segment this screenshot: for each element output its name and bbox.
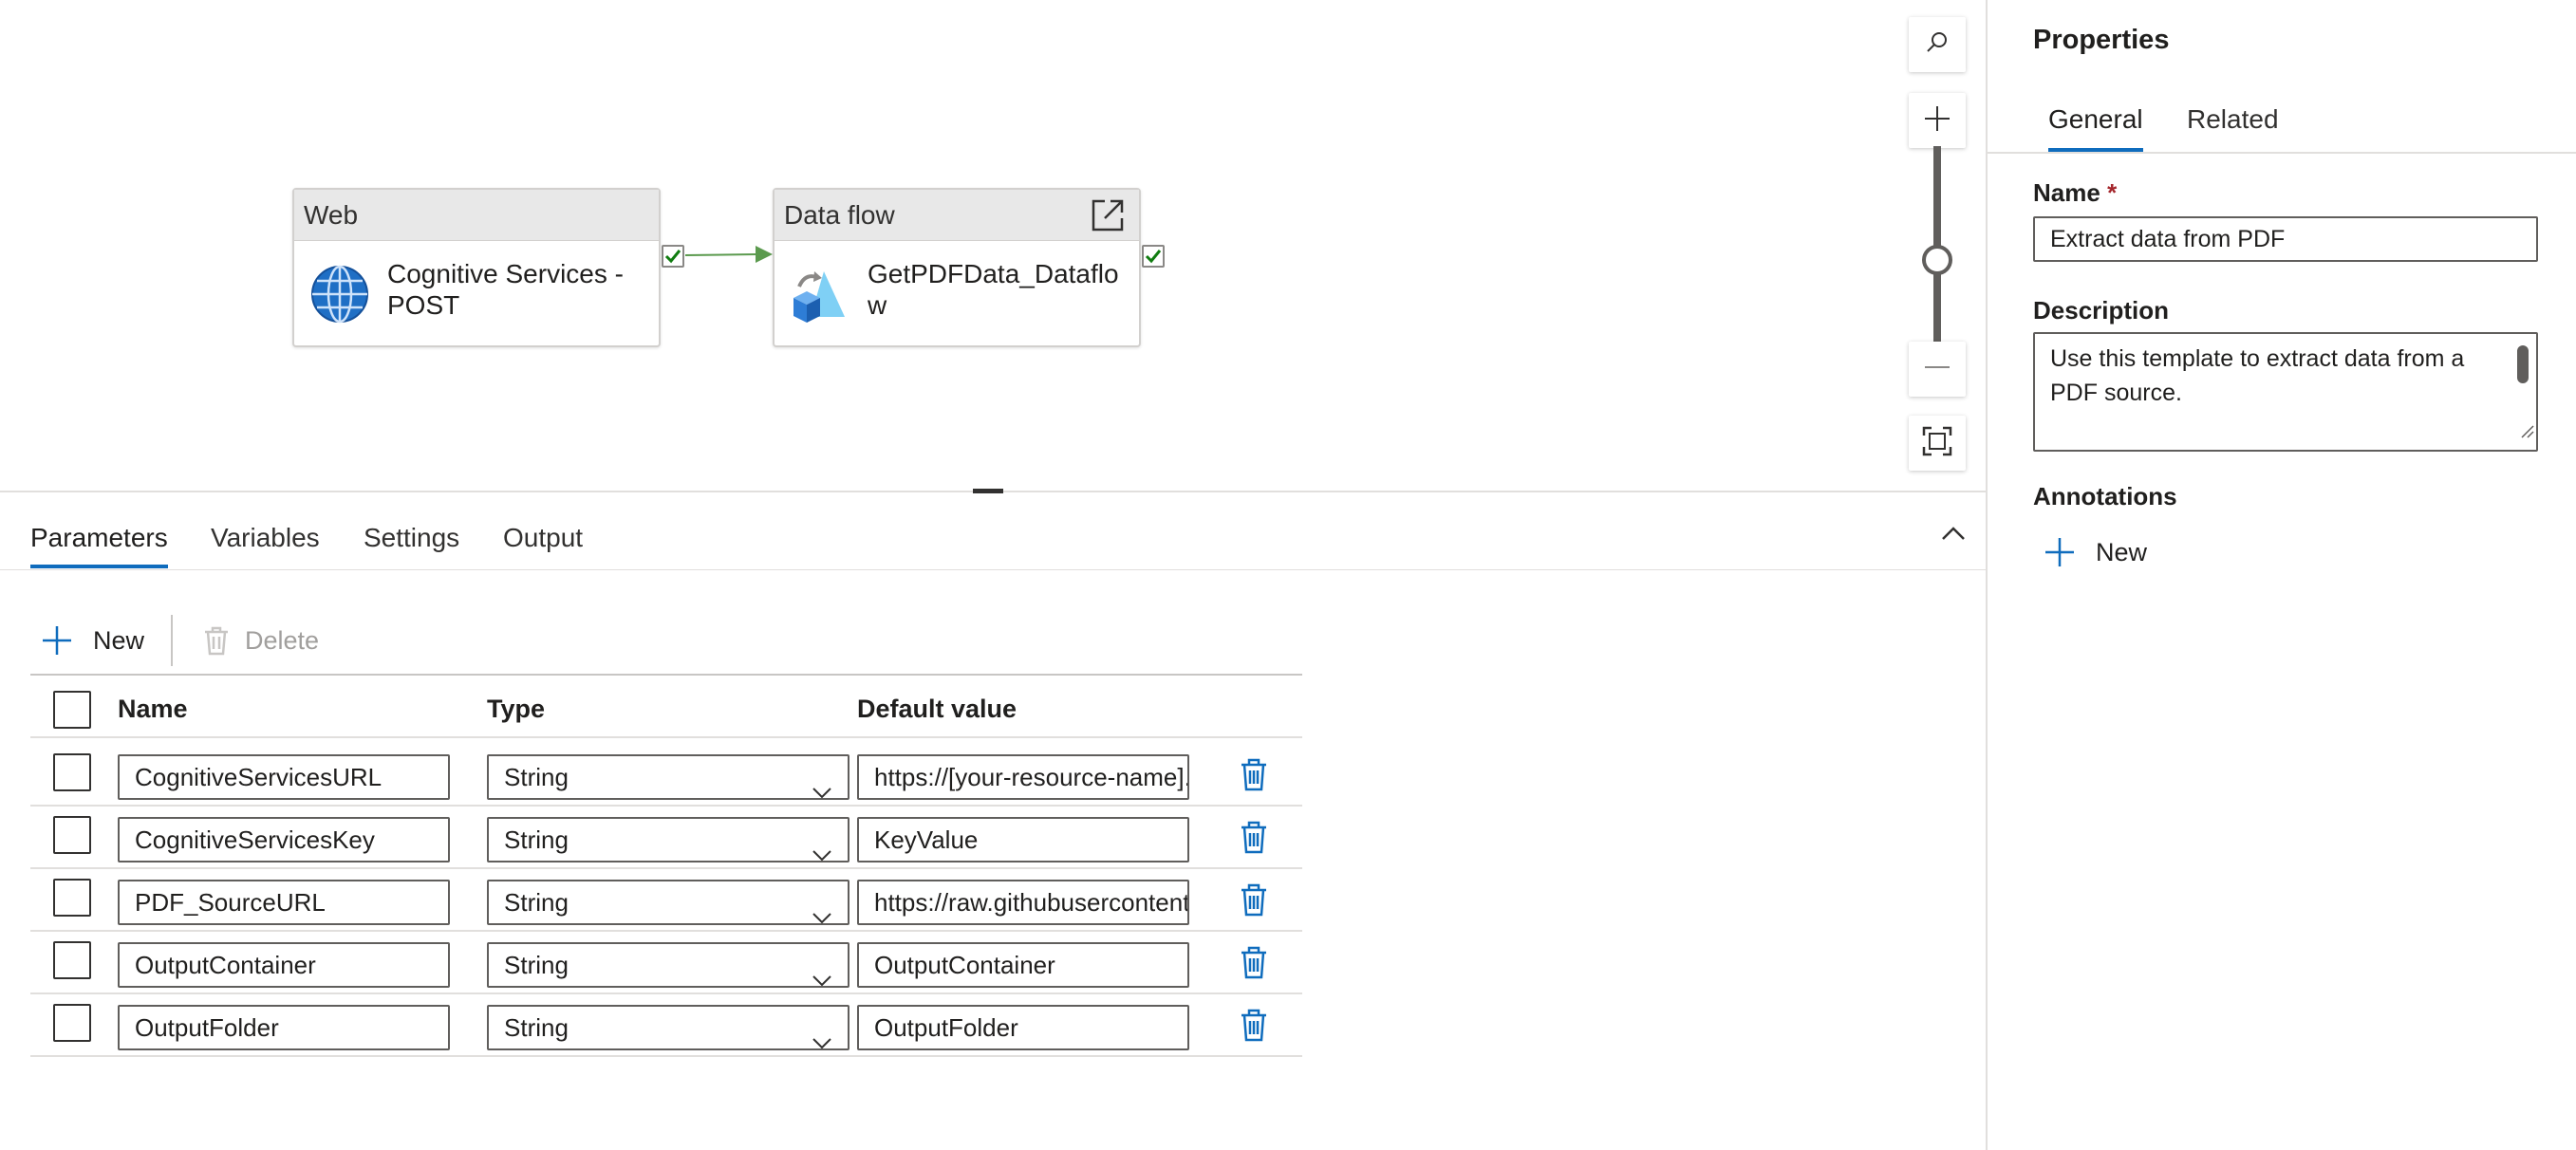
- zoom-out-button[interactable]: [1909, 342, 1966, 397]
- name-label-text: Name: [2033, 178, 2100, 207]
- open-in-new-icon[interactable]: [1090, 197, 1126, 233]
- trash-icon[interactable]: [1240, 757, 1268, 796]
- resize-handle-icon[interactable]: [2519, 414, 2534, 448]
- tab-related[interactable]: Related: [2187, 104, 2279, 152]
- activity-type-label: Web: [294, 190, 659, 241]
- type-value: String: [504, 888, 569, 917]
- parameter-default-value-input[interactable]: OutputContainer: [857, 942, 1189, 988]
- plus-icon: [1923, 104, 1951, 138]
- parameter-type-dropdown[interactable]: String: [487, 1005, 849, 1050]
- trash-icon[interactable]: [1240, 945, 1268, 984]
- type-value: String: [504, 763, 569, 791]
- chevron-down-icon: [812, 957, 832, 999]
- parameter-name-input[interactable]: PDF_SourceURL: [118, 880, 450, 925]
- parameter-default-value-input[interactable]: KeyValue: [857, 817, 1189, 862]
- parameter-default-value-input[interactable]: https://[your-resource-name].cognitivese…: [857, 754, 1189, 800]
- table-row: OutputFolder String OutputFolder: [30, 994, 1302, 1057]
- tab-variables[interactable]: Variables: [211, 523, 320, 568]
- parameter-default-value-input[interactable]: https://raw.githubusercontent.com/: [857, 880, 1189, 925]
- tab-general[interactable]: General: [2048, 104, 2143, 152]
- zoom-slider-thumb[interactable]: [1922, 245, 1952, 275]
- tab-parameters[interactable]: Parameters: [30, 523, 168, 568]
- fit-to-screen-icon: [1922, 426, 1952, 461]
- table-row: CognitiveServicesURL String https://[you…: [30, 744, 1302, 807]
- chevron-up-icon[interactable]: [1941, 526, 1966, 546]
- row-checkbox[interactable]: [53, 941, 91, 979]
- type-value: String: [504, 951, 569, 979]
- trash-icon[interactable]: [1240, 1008, 1268, 1047]
- success-check-icon[interactable]: [1142, 245, 1165, 268]
- minus-icon: [1923, 353, 1951, 386]
- search-canvas-button[interactable]: [1909, 17, 1966, 72]
- new-parameter-button[interactable]: New: [42, 612, 144, 669]
- table-row: CognitiveServicesKey String KeyValue: [30, 807, 1302, 869]
- parameter-type-dropdown[interactable]: String: [487, 817, 849, 862]
- activity-dataflow[interactable]: Data flow GetPDFData_Dataflow: [773, 188, 1141, 347]
- zoom-in-button[interactable]: [1909, 93, 1966, 148]
- trash-icon[interactable]: [1240, 882, 1268, 921]
- chevron-down-icon: [812, 832, 832, 874]
- delete-label: Delete: [245, 625, 320, 655]
- row-checkbox[interactable]: [53, 816, 91, 854]
- success-connector[interactable]: [685, 243, 775, 268]
- table-header: Name Type Default value: [30, 676, 1302, 738]
- required-mark: *: [2107, 178, 2118, 207]
- type-value: String: [504, 1013, 569, 1042]
- chevron-down-icon: [812, 770, 832, 811]
- trash-icon: [203, 625, 230, 656]
- description-text: Use this template to extract data from a…: [2050, 345, 2465, 406]
- delete-parameter-button[interactable]: Delete: [203, 612, 319, 669]
- description-label: Description: [2033, 296, 2170, 325]
- chevron-down-icon: [812, 895, 832, 937]
- parameter-type-dropdown[interactable]: String: [487, 880, 849, 925]
- zoom-slider-track[interactable]: [1933, 146, 1941, 342]
- plus-icon: [2044, 537, 2075, 567]
- name-label: Name *: [2033, 178, 2117, 208]
- column-header-type[interactable]: Type: [487, 695, 545, 724]
- properties-title: Properties: [2033, 25, 2170, 55]
- parameter-name-input[interactable]: CognitiveServicesURL: [118, 754, 450, 800]
- row-checkbox[interactable]: [53, 1004, 91, 1042]
- tabs-divider: [1988, 152, 2576, 154]
- pipeline-canvas[interactable]: Web Cognitive Services - POST Data flow: [0, 0, 1986, 492]
- row-checkbox[interactable]: [53, 879, 91, 917]
- success-check-icon[interactable]: [662, 245, 684, 268]
- parameter-name-input[interactable]: OutputContainer: [118, 942, 450, 988]
- activity-web[interactable]: Web Cognitive Services - POST: [292, 188, 661, 347]
- search-icon: [1925, 30, 1950, 60]
- tab-settings[interactable]: Settings: [364, 523, 459, 568]
- description-field[interactable]: Use this template to extract data from a…: [2033, 332, 2538, 452]
- new-label: New: [93, 625, 145, 655]
- plus-icon: [42, 625, 72, 656]
- row-checkbox[interactable]: [53, 753, 91, 791]
- bottom-panel-tabs: Parameters Variables Settings Output: [0, 492, 1986, 570]
- parameter-name-input[interactable]: OutputFolder: [118, 1005, 450, 1050]
- toolbar-divider: [171, 615, 173, 666]
- activity-name: Cognitive Services - POST: [387, 259, 624, 320]
- properties-panel: Properties General Related Name * Extrac…: [1988, 0, 2576, 1150]
- activity-name: GetPDFData_Dataflow: [868, 259, 1119, 320]
- parameter-name-input[interactable]: CognitiveServicesKey: [118, 817, 450, 862]
- type-value: String: [504, 825, 569, 854]
- table-row: PDF_SourceURL String https://raw.githubu…: [30, 869, 1302, 932]
- tab-output[interactable]: Output: [503, 523, 583, 568]
- fit-to-screen-button[interactable]: [1909, 416, 1966, 471]
- select-all-checkbox[interactable]: [53, 691, 91, 729]
- table-row: OutputContainer String OutputContainer: [30, 932, 1302, 994]
- name-field[interactable]: Extract data from PDF: [2033, 216, 2538, 262]
- parameter-type-dropdown[interactable]: String: [487, 942, 849, 988]
- trash-icon[interactable]: [1240, 820, 1268, 859]
- column-header-name[interactable]: Name: [118, 695, 188, 724]
- column-header-default-value[interactable]: Default value: [857, 695, 1017, 724]
- description-scrollbar[interactable]: [2517, 345, 2529, 383]
- annotations-label: Annotations: [2033, 482, 2177, 510]
- add-annotation-button[interactable]: New: [2044, 537, 2147, 567]
- parameter-type-dropdown[interactable]: String: [487, 754, 849, 800]
- chevron-down-icon: [812, 1020, 832, 1062]
- globe-icon: [309, 264, 370, 325]
- activity-type-label: Data flow: [784, 200, 895, 230]
- dataflow-icon: [790, 264, 850, 325]
- new-annotation-label: New: [2096, 537, 2148, 566]
- parameter-default-value-input[interactable]: OutputFolder: [857, 1005, 1189, 1050]
